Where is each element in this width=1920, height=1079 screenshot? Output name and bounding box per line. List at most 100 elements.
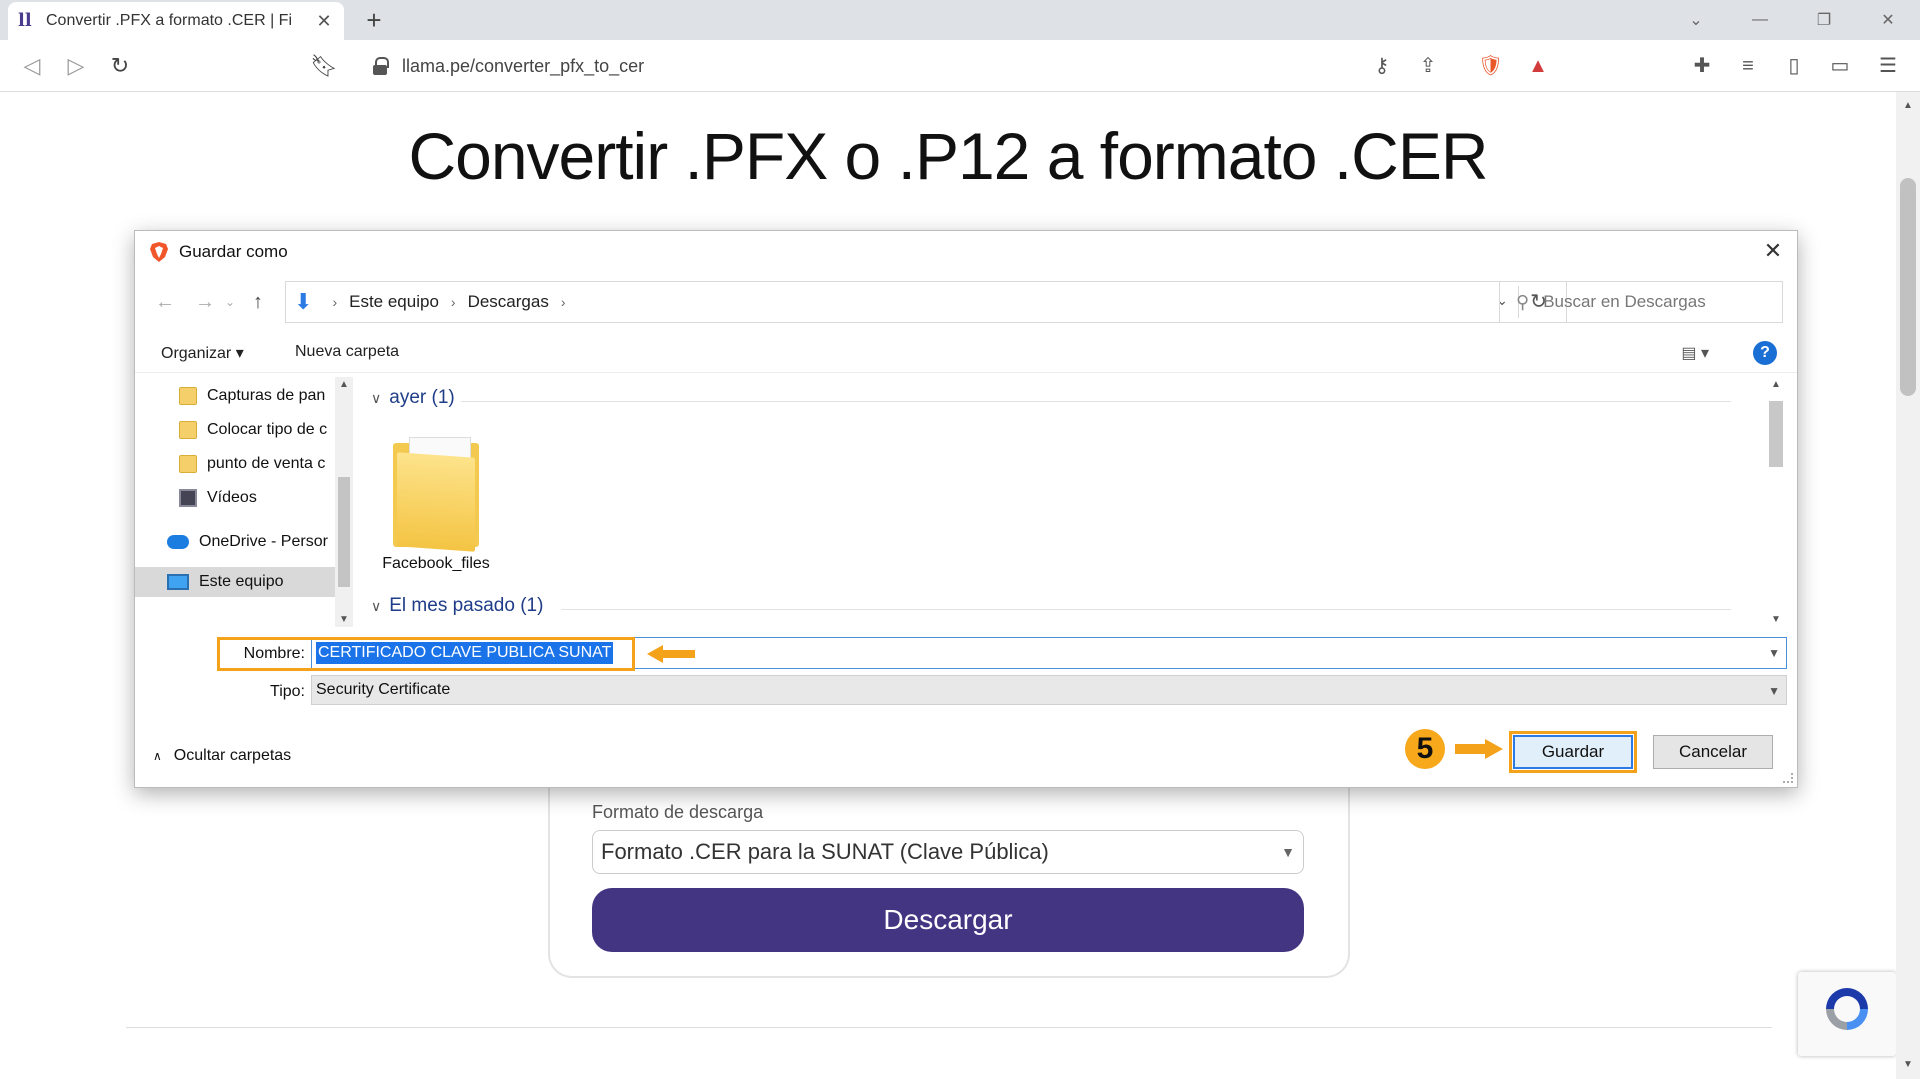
filetype-label: Tipo:: [270, 683, 305, 700]
browser-tab[interactable]: ll Convertir .PFX a formato .CER | Fi ✕: [8, 2, 344, 40]
download-button[interactable]: Descargar: [592, 888, 1304, 952]
up-folder-icon[interactable]: ↑: [253, 291, 263, 314]
nav-item-videos[interactable]: Vídeos: [135, 483, 353, 513]
divider: [126, 1027, 1772, 1028]
hide-folders-toggle[interactable]: ∧ Ocultar carpetas: [153, 747, 291, 765]
back-icon[interactable]: ◁: [18, 52, 46, 80]
nav-item-punto-de-venta[interactable]: punto de venta c: [135, 449, 353, 479]
brave-rewards-icon[interactable]: ▲: [1526, 54, 1550, 78]
nav-item-onedrive[interactable]: OneDrive - Persor: [135, 527, 353, 557]
tab-search-icon[interactable]: ⌄: [1664, 10, 1728, 30]
folder-icon: [179, 421, 197, 439]
navigation-pane: Capturas de pan Colocar tipo de c punto …: [135, 377, 353, 627]
new-folder-button[interactable]: Nueva carpeta: [295, 343, 399, 361]
search-icon: ⚲: [1516, 291, 1530, 312]
page-scrollbar[interactable]: ▲ ▼: [1896, 92, 1920, 1079]
bookmark-icon[interactable]: 🔖︎: [310, 52, 338, 80]
key-icon[interactable]: ⚷: [1370, 54, 1394, 78]
view-options-icon[interactable]: ▤ ▾: [1681, 343, 1709, 363]
scroll-thumb[interactable]: [1769, 401, 1783, 467]
breadcrumb-separator-icon: ›: [332, 294, 338, 310]
format-label: Formato de descarga: [592, 802, 764, 822]
dialog-title: Guardar como: [179, 242, 288, 261]
nav-item-capturas[interactable]: Capturas de pan: [135, 381, 353, 411]
minimize-icon[interactable]: —: [1728, 11, 1792, 29]
back-icon[interactable]: ←: [155, 291, 175, 314]
videos-icon: [179, 489, 197, 507]
wallet-icon[interactable]: ▭: [1828, 54, 1852, 78]
lock-icon[interactable]: [372, 57, 389, 75]
dialog-close-icon[interactable]: ✕: [1761, 239, 1785, 263]
filetype-select[interactable]: Security Certificate ▼: [311, 675, 1787, 705]
brave-icon: [150, 242, 168, 262]
group-header-mes-pasado[interactable]: ∨ El mes pasado (1): [371, 595, 543, 617]
organize-menu[interactable]: Organizar ▾: [161, 343, 244, 363]
folder-icon: [179, 455, 197, 473]
breadcrumb-separator-icon: ›: [450, 294, 456, 310]
group-divider: [461, 401, 1731, 402]
window-controls: ⌄ — ❐ ✕: [1664, 0, 1920, 40]
forward-icon[interactable]: ▷: [62, 52, 90, 80]
close-window-icon[interactable]: ✕: [1856, 10, 1920, 30]
scroll-thumb[interactable]: [1900, 178, 1916, 396]
onedrive-icon: [167, 535, 189, 549]
menu-icon[interactable]: ☰: [1876, 54, 1900, 78]
chevron-down-icon: ▼: [1281, 844, 1295, 860]
restore-icon[interactable]: ❐: [1792, 10, 1856, 30]
scroll-thumb[interactable]: [338, 477, 350, 587]
sidebar-icon[interactable]: ▯: [1782, 54, 1806, 78]
nav-scrollbar[interactable]: ▲ ▼: [335, 377, 353, 627]
breadcrumb-item[interactable]: Descargas: [468, 292, 549, 312]
computer-icon: [167, 574, 189, 590]
brave-shields-icon[interactable]: 🛡︎: [1478, 54, 1503, 78]
scroll-down-icon[interactable]: ▼: [335, 614, 353, 625]
reload-icon[interactable]: ↻: [106, 52, 134, 80]
scroll-down-icon[interactable]: ▼: [1767, 614, 1785, 625]
help-icon[interactable]: ?: [1753, 341, 1777, 365]
file-list: ∨ ayer (1) Facebook_files ∨ El mes pasad…: [361, 377, 1755, 627]
format-selected-value: Formato .CER para la SUNAT (Clave Públic…: [601, 839, 1049, 864]
dialog-titlebar: Guardar como ✕: [135, 231, 1797, 273]
share-icon[interactable]: ⇪: [1416, 54, 1440, 78]
group-header-ayer[interactable]: ∨ ayer (1): [371, 387, 455, 409]
arrow-left-icon: [647, 645, 695, 663]
scroll-up-icon[interactable]: ▲: [1767, 379, 1785, 390]
tab-bar: ll Convertir .PFX a formato .CER | Fi ✕ …: [0, 0, 1920, 40]
new-tab-icon[interactable]: +: [360, 6, 388, 34]
chevron-down-icon: ▼: [1768, 684, 1780, 698]
cancel-button[interactable]: Cancelar: [1653, 735, 1773, 769]
search-input[interactable]: ⚲ Buscar en Descargas: [1499, 281, 1783, 323]
recaptcha-badge[interactable]: [1798, 972, 1896, 1056]
browser-toolbar: ◁ ▷ ↻ 🔖︎ llama.pe/converter_pfx_to_cer ⚷…: [0, 40, 1920, 92]
recaptcha-icon: [1826, 988, 1868, 1030]
breadcrumb-item[interactable]: Este equipo: [349, 292, 439, 312]
file-list-scrollbar[interactable]: ▲ ▼: [1767, 377, 1785, 627]
recent-locations-icon[interactable]: ⌄: [225, 295, 235, 309]
chevron-down-icon[interactable]: ▼: [1768, 646, 1780, 660]
step-badge: 5: [1405, 729, 1445, 769]
search-placeholder: Buscar en Descargas: [1543, 292, 1706, 311]
chevron-down-icon: ∨: [371, 597, 382, 614]
folder-icon: [393, 437, 479, 552]
extensions-icon[interactable]: ✚: [1690, 54, 1714, 78]
downloads-icon: ⬇: [294, 289, 313, 314]
scroll-down-icon[interactable]: ▼: [1896, 1055, 1920, 1075]
format-select[interactable]: Formato .CER para la SUNAT (Clave Públic…: [592, 830, 1304, 874]
playlist-icon[interactable]: ≡: [1736, 54, 1760, 78]
page-title: Convertir .PFX o .P12 a formato .CER: [408, 119, 1488, 193]
chevron-up-icon: ∧: [153, 749, 162, 763]
breadcrumb[interactable]: ⬇ › Este equipo › Descargas › ⌄ ↻: [285, 281, 1567, 323]
scroll-up-icon[interactable]: ▲: [335, 379, 353, 390]
forward-icon[interactable]: →: [195, 291, 215, 314]
group-divider: [561, 609, 1731, 610]
resize-grip-icon[interactable]: [1783, 773, 1793, 783]
folder-facebook-files[interactable]: Facebook_files: [381, 437, 491, 573]
tab-close-icon[interactable]: ✕: [314, 11, 334, 31]
nav-item-colocar[interactable]: Colocar tipo de c: [135, 415, 353, 445]
scroll-up-icon[interactable]: ▲: [1896, 96, 1920, 116]
save-button[interactable]: Guardar: [1513, 735, 1633, 769]
breadcrumb-separator-icon: ›: [560, 294, 566, 310]
filename-highlight: [217, 637, 635, 671]
nav-item-este-equipo[interactable]: Este equipo: [135, 567, 353, 597]
save-as-dialog: Guardar como ✕ ← → ⌄ ↑ ⬇ › Este equipo ›…: [134, 230, 1798, 788]
